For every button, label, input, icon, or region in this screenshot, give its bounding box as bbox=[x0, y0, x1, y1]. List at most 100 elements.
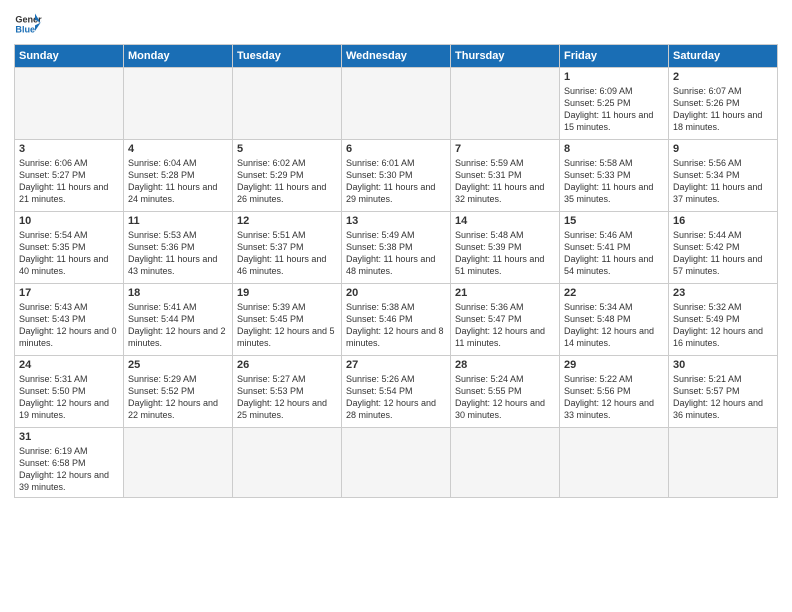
weekday-header-sunday: Sunday bbox=[15, 45, 124, 68]
day-info: Sunrise: 5:41 AM Sunset: 5:44 PM Dayligh… bbox=[128, 301, 228, 350]
weekday-header-wednesday: Wednesday bbox=[342, 45, 451, 68]
calendar-cell: 17 Sunrise: 5:43 AM Sunset: 5:43 PM Dayli… bbox=[15, 284, 124, 356]
calendar-cell: 14 Sunrise: 5:48 AM Sunset: 5:39 PM Dayli… bbox=[451, 212, 560, 284]
day-number: 13 bbox=[346, 215, 446, 227]
calendar-week-row: 31Sunrise: 6:19 AM Sunset: 6:58 PM Dayli… bbox=[15, 428, 778, 498]
day-info: Sunrise: 5:58 AM Sunset: 5:33 PM Dayligh… bbox=[564, 157, 664, 206]
calendar-cell: 18 Sunrise: 5:41 AM Sunset: 5:44 PM Dayli… bbox=[124, 284, 233, 356]
day-number: 23 bbox=[673, 287, 773, 299]
day-info: Sunrise: 5:36 AM Sunset: 5:47 PM Dayligh… bbox=[455, 301, 555, 350]
day-number: 12 bbox=[237, 215, 337, 227]
day-number: 2 bbox=[673, 71, 773, 83]
weekday-header-friday: Friday bbox=[560, 45, 669, 68]
calendar-cell bbox=[233, 428, 342, 498]
day-info: Sunrise: 5:49 AM Sunset: 5:38 PM Dayligh… bbox=[346, 229, 446, 278]
calendar-cell: 26 Sunrise: 5:27 AM Sunset: 5:53 PM Dayli… bbox=[233, 356, 342, 428]
day-info: Sunrise: 5:34 AM Sunset: 5:48 PM Dayligh… bbox=[564, 301, 664, 350]
day-info: Sunrise: 5:22 AM Sunset: 5:56 PM Dayligh… bbox=[564, 373, 664, 422]
day-number: 3 bbox=[19, 143, 119, 155]
calendar-week-row: 10Sunrise: 5:54 AM Sunset: 5:35 PM Dayli… bbox=[15, 212, 778, 284]
calendar-cell: 9Sunrise: 5:56 AM Sunset: 5:34 PM Daylig… bbox=[669, 140, 778, 212]
day-number: 6 bbox=[346, 143, 446, 155]
day-info: Sunrise: 5:44 AM Sunset: 5:42 PM Dayligh… bbox=[673, 229, 773, 278]
calendar-cell bbox=[124, 428, 233, 498]
day-number: 21 bbox=[455, 287, 555, 299]
day-number: 10 bbox=[19, 215, 119, 227]
weekday-header-saturday: Saturday bbox=[669, 45, 778, 68]
calendar-cell: 7 Sunrise: 5:59 AM Sunset: 5:31 PM Daylig… bbox=[451, 140, 560, 212]
header: General Blue bbox=[14, 10, 778, 38]
day-number: 5 bbox=[237, 143, 337, 155]
day-number: 28 bbox=[455, 359, 555, 371]
day-info: Sunrise: 5:39 AM Sunset: 5:45 PM Dayligh… bbox=[237, 301, 337, 350]
calendar-cell: 20Sunrise: 5:38 AM Sunset: 5:46 PM Dayli… bbox=[342, 284, 451, 356]
calendar-cell bbox=[15, 68, 124, 140]
day-info: Sunrise: 5:29 AM Sunset: 5:52 PM Dayligh… bbox=[128, 373, 228, 422]
day-info: Sunrise: 5:53 AM Sunset: 5:36 PM Dayligh… bbox=[128, 229, 228, 278]
day-info: Sunrise: 5:21 AM Sunset: 5:57 PM Dayligh… bbox=[673, 373, 773, 422]
calendar-cell: 8Sunrise: 5:58 AM Sunset: 5:33 PM Daylig… bbox=[560, 140, 669, 212]
logo: General Blue bbox=[14, 10, 42, 38]
calendar-cell bbox=[124, 68, 233, 140]
calendar-table: SundayMondayTuesdayWednesdayThursdayFrid… bbox=[14, 44, 778, 498]
weekday-header-row: SundayMondayTuesdayWednesdayThursdayFrid… bbox=[15, 45, 778, 68]
day-number: 29 bbox=[564, 359, 664, 371]
calendar-cell: 23 Sunrise: 5:32 AM Sunset: 5:49 PM Dayli… bbox=[669, 284, 778, 356]
weekday-header-monday: Monday bbox=[124, 45, 233, 68]
day-info: Sunrise: 5:46 AM Sunset: 5:41 PM Dayligh… bbox=[564, 229, 664, 278]
day-number: 16 bbox=[673, 215, 773, 227]
day-info: Sunrise: 6:02 AM Sunset: 5:29 PM Dayligh… bbox=[237, 157, 337, 206]
day-number: 17 bbox=[19, 287, 119, 299]
generalblue-icon: General Blue bbox=[14, 10, 42, 38]
day-info: Sunrise: 5:27 AM Sunset: 5:53 PM Dayligh… bbox=[237, 373, 337, 422]
calendar-cell: 25Sunrise: 5:29 AM Sunset: 5:52 PM Dayli… bbox=[124, 356, 233, 428]
calendar-cell: 3Sunrise: 6:06 AM Sunset: 5:27 PM Daylig… bbox=[15, 140, 124, 212]
calendar-cell: 31Sunrise: 6:19 AM Sunset: 6:58 PM Dayli… bbox=[15, 428, 124, 498]
calendar-cell: 22 Sunrise: 5:34 AM Sunset: 5:48 PM Dayli… bbox=[560, 284, 669, 356]
svg-text:Blue: Blue bbox=[15, 24, 35, 34]
day-number: 14 bbox=[455, 215, 555, 227]
calendar-week-row: 17 Sunrise: 5:43 AM Sunset: 5:43 PM Dayli… bbox=[15, 284, 778, 356]
calendar-week-row: 24Sunrise: 5:31 AM Sunset: 5:50 PM Dayli… bbox=[15, 356, 778, 428]
calendar-week-row: 1Sunrise: 6:09 AM Sunset: 5:25 PM Daylig… bbox=[15, 68, 778, 140]
day-info: Sunrise: 6:07 AM Sunset: 5:26 PM Dayligh… bbox=[673, 85, 773, 134]
calendar-cell: 6Sunrise: 6:01 AM Sunset: 5:30 PM Daylig… bbox=[342, 140, 451, 212]
day-number: 27 bbox=[346, 359, 446, 371]
calendar-cell: 28 Sunrise: 5:24 AM Sunset: 5:55 PM Dayli… bbox=[451, 356, 560, 428]
calendar-cell: 29 Sunrise: 5:22 AM Sunset: 5:56 PM Dayli… bbox=[560, 356, 669, 428]
day-number: 4 bbox=[128, 143, 228, 155]
day-number: 26 bbox=[237, 359, 337, 371]
calendar-cell bbox=[560, 428, 669, 498]
day-number: 7 bbox=[455, 143, 555, 155]
day-info: Sunrise: 5:59 AM Sunset: 5:31 PM Dayligh… bbox=[455, 157, 555, 206]
day-number: 15 bbox=[564, 215, 664, 227]
calendar-cell: 10Sunrise: 5:54 AM Sunset: 5:35 PM Dayli… bbox=[15, 212, 124, 284]
calendar-cell bbox=[451, 428, 560, 498]
calendar-cell: 12 Sunrise: 5:51 AM Sunset: 5:37 PM Dayli… bbox=[233, 212, 342, 284]
day-number: 19 bbox=[237, 287, 337, 299]
day-info: Sunrise: 5:32 AM Sunset: 5:49 PM Dayligh… bbox=[673, 301, 773, 350]
day-number: 1 bbox=[564, 71, 664, 83]
calendar-cell: 11 Sunrise: 5:53 AM Sunset: 5:36 PM Dayli… bbox=[124, 212, 233, 284]
day-info: Sunrise: 5:51 AM Sunset: 5:37 PM Dayligh… bbox=[237, 229, 337, 278]
calendar-cell: 13 Sunrise: 5:49 AM Sunset: 5:38 PM Dayli… bbox=[342, 212, 451, 284]
calendar-page: General Blue SundayMondayTuesdayWednesda… bbox=[0, 0, 792, 612]
calendar-cell: 2 Sunrise: 6:07 AM Sunset: 5:26 PM Daylig… bbox=[669, 68, 778, 140]
day-info: Sunrise: 5:56 AM Sunset: 5:34 PM Dayligh… bbox=[673, 157, 773, 206]
day-info: Sunrise: 5:48 AM Sunset: 5:39 PM Dayligh… bbox=[455, 229, 555, 278]
day-number: 22 bbox=[564, 287, 664, 299]
day-number: 18 bbox=[128, 287, 228, 299]
day-number: 30 bbox=[673, 359, 773, 371]
calendar-cell: 30 Sunrise: 5:21 AM Sunset: 5:57 PM Dayli… bbox=[669, 356, 778, 428]
weekday-header-tuesday: Tuesday bbox=[233, 45, 342, 68]
calendar-cell: 4Sunrise: 6:04 AM Sunset: 5:28 PM Daylig… bbox=[124, 140, 233, 212]
day-info: Sunrise: 5:31 AM Sunset: 5:50 PM Dayligh… bbox=[19, 373, 119, 422]
calendar-cell: 19 Sunrise: 5:39 AM Sunset: 5:45 PM Dayli… bbox=[233, 284, 342, 356]
day-number: 11 bbox=[128, 215, 228, 227]
weekday-header-thursday: Thursday bbox=[451, 45, 560, 68]
day-info: Sunrise: 5:43 AM Sunset: 5:43 PM Dayligh… bbox=[19, 301, 119, 350]
day-info: Sunrise: 5:24 AM Sunset: 5:55 PM Dayligh… bbox=[455, 373, 555, 422]
day-number: 20 bbox=[346, 287, 446, 299]
calendar-week-row: 3Sunrise: 6:06 AM Sunset: 5:27 PM Daylig… bbox=[15, 140, 778, 212]
calendar-cell bbox=[233, 68, 342, 140]
